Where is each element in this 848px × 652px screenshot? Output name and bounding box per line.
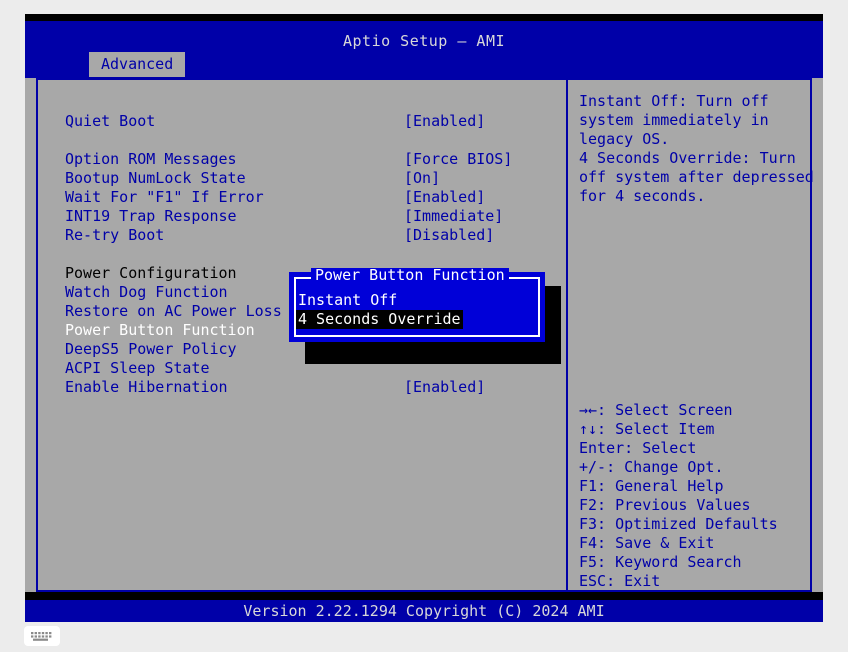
hotkey-line: F5: Keyword Search bbox=[579, 553, 807, 572]
bios-console: Aptio Setup – AMI Advanced Quiet Boot [En… bbox=[25, 14, 823, 620]
help-text-line: 4 Seconds Override: Turn bbox=[579, 149, 807, 168]
setting-label: Re-try Boot bbox=[65, 226, 164, 245]
hotkey-legend: →←: Select Screen↑↓: Select ItemEnter: S… bbox=[579, 401, 807, 591]
setting-label: Bootup NumLock State bbox=[65, 169, 246, 188]
setting-row[interactable]: Option ROM Messages [Force BIOS] bbox=[40, 150, 550, 169]
panel-divider bbox=[566, 78, 568, 592]
power-button-function-dialog[interactable]: Power Button Function Instant Off 4 Seco… bbox=[289, 272, 561, 366]
setting-label: Watch Dog Function bbox=[65, 283, 228, 302]
dialog-option-4-seconds-override[interactable]: 4 Seconds Override bbox=[296, 310, 463, 329]
setting-value[interactable]: [Force BIOS] bbox=[404, 150, 512, 169]
hotkey-line: F4: Save & Exit bbox=[579, 534, 807, 553]
settings-spacer bbox=[40, 245, 550, 264]
setting-row[interactable]: INT19 Trap Response [Immediate] bbox=[40, 207, 550, 226]
setting-row[interactable]: Wait For "F1" If Error [Enabled] bbox=[40, 188, 550, 207]
main-panel: Quiet Boot [Enabled] Option ROM Messages [F… bbox=[25, 78, 823, 592]
help-panel: Instant Off: Turn offsystem immediately … bbox=[579, 92, 807, 206]
hotkey-line: ↑↓: Select Item bbox=[579, 420, 807, 439]
setting-label: INT19 Trap Response bbox=[65, 207, 237, 226]
help-text-line: Instant Off: Turn off bbox=[579, 92, 807, 111]
hotkey-line: ESC: Exit bbox=[579, 572, 807, 591]
setting-value[interactable]: [Enabled] bbox=[404, 112, 485, 131]
dialog-option-instant-off[interactable]: Instant Off bbox=[298, 291, 397, 310]
setting-value[interactable]: [Enabled] bbox=[404, 378, 485, 397]
setting-row[interactable]: Re-try Boot [Disabled] bbox=[40, 226, 550, 245]
hotkey-line: +/-: Change Opt. bbox=[579, 458, 807, 477]
hotkey-line: F1: General Help bbox=[579, 477, 807, 496]
setting-label: Power Configuration bbox=[65, 264, 237, 283]
hotkey-line: →←: Select Screen bbox=[579, 401, 807, 420]
help-text-line: for 4 seconds. bbox=[579, 187, 807, 206]
hotkey-line: F2: Previous Values bbox=[579, 496, 807, 515]
setting-label: Quiet Boot bbox=[65, 112, 155, 131]
setting-value[interactable]: [Disabled] bbox=[404, 226, 494, 245]
help-text-line: system immediately in bbox=[579, 111, 807, 130]
tab-strip: Advanced bbox=[25, 52, 823, 78]
setting-label: Enable Hibernation bbox=[65, 378, 228, 397]
setting-row[interactable]: Enable Hibernation [Enabled] bbox=[40, 378, 550, 397]
setting-row[interactable]: Bootup NumLock State [On] bbox=[40, 169, 550, 188]
setting-label: Power Button Function bbox=[65, 321, 255, 340]
settings-spacer bbox=[40, 131, 550, 150]
help-text-line: legacy OS. bbox=[579, 130, 807, 149]
setting-label: Option ROM Messages bbox=[65, 150, 237, 169]
setting-value[interactable]: [Enabled] bbox=[404, 188, 485, 207]
footer-bar: Version 2.22.1294 Copyright (C) 2024 AMI bbox=[25, 600, 823, 622]
setting-value[interactable]: [On] bbox=[404, 169, 440, 188]
setting-label: ACPI Sleep State bbox=[65, 359, 210, 378]
setting-label: DeepS5 Power Policy bbox=[65, 340, 237, 359]
setting-value[interactable]: [Immediate] bbox=[404, 207, 503, 226]
help-text-line: off system after depressed bbox=[579, 168, 807, 187]
page-title: Aptio Setup – AMI bbox=[25, 32, 823, 50]
setting-label: Wait For "F1" If Error bbox=[65, 188, 264, 207]
version-text: Version 2.22.1294 Copyright (C) 2024 AMI bbox=[25, 602, 823, 620]
dialog-box: Power Button Function Instant Off 4 Seco… bbox=[289, 272, 545, 342]
tab-advanced[interactable]: Advanced bbox=[89, 52, 185, 77]
setting-row[interactable]: Quiet Boot [Enabled] bbox=[40, 112, 550, 131]
hotkey-line: Enter: Select bbox=[579, 439, 807, 458]
keyboard-icon[interactable] bbox=[24, 626, 60, 646]
dialog-title: Power Button Function bbox=[311, 268, 509, 283]
hotkey-line: F3: Optimized Defaults bbox=[579, 515, 807, 534]
setting-label: Restore on AC Power Loss bbox=[65, 302, 282, 321]
title-bar: Aptio Setup – AMI Advanced bbox=[25, 21, 823, 78]
